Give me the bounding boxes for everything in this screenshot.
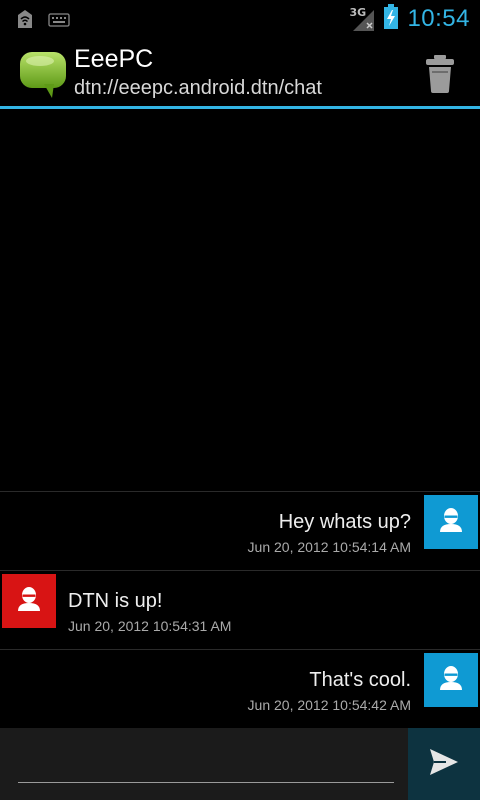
message-text: Hey whats up? xyxy=(278,511,411,533)
avatar xyxy=(424,653,478,707)
message-text: DTN is up! xyxy=(68,590,163,612)
avatar xyxy=(2,574,56,628)
trash-icon xyxy=(422,55,458,98)
send-button[interactable] xyxy=(408,728,480,800)
wifi-notification-icon xyxy=(16,9,34,33)
conversation-endpoint: dtn://eeepc.android.dtn/chat xyxy=(74,77,322,99)
message-item[interactable]: That's cool. Jun 20, 2012 10:54:42 AM xyxy=(0,649,480,728)
status-bar: 3G 10:54 xyxy=(0,0,480,38)
system-status: 3G 10:54 xyxy=(349,4,470,34)
send-icon xyxy=(429,748,459,780)
clock: 10:54 xyxy=(407,5,470,32)
message-timestamp: Jun 20, 2012 10:54:31 AM xyxy=(68,618,232,634)
message-item[interactable]: DTN is up! Jun 20, 2012 10:54:31 AM xyxy=(0,570,480,649)
speech-bubble-icon[interactable] xyxy=(18,50,68,100)
message-input[interactable] xyxy=(18,744,394,783)
avatar xyxy=(424,495,478,549)
person-icon xyxy=(438,665,464,695)
signal-icon: 3G xyxy=(349,6,375,32)
conversation-title: EeePC xyxy=(74,45,154,73)
message-list[interactable]: Hey whats up? Jun 20, 2012 10:54:14 AM D… xyxy=(0,491,480,728)
person-icon xyxy=(16,586,42,616)
delete-conversation-button[interactable] xyxy=(422,54,458,94)
person-icon xyxy=(438,507,464,537)
message-item[interactable]: Hey whats up? Jun 20, 2012 10:54:14 AM xyxy=(0,491,480,570)
battery-charging-icon xyxy=(383,4,399,34)
message-composer xyxy=(0,728,480,800)
notification-area xyxy=(16,9,70,33)
message-timestamp: Jun 20, 2012 10:54:42 AM xyxy=(247,697,411,713)
action-bar: EeePC dtn://eeepc.android.dtn/chat xyxy=(0,38,480,109)
message-timestamp: Jun 20, 2012 10:54:14 AM xyxy=(247,539,411,555)
keyboard-icon xyxy=(48,12,70,31)
message-text: That's cool. xyxy=(309,669,411,691)
